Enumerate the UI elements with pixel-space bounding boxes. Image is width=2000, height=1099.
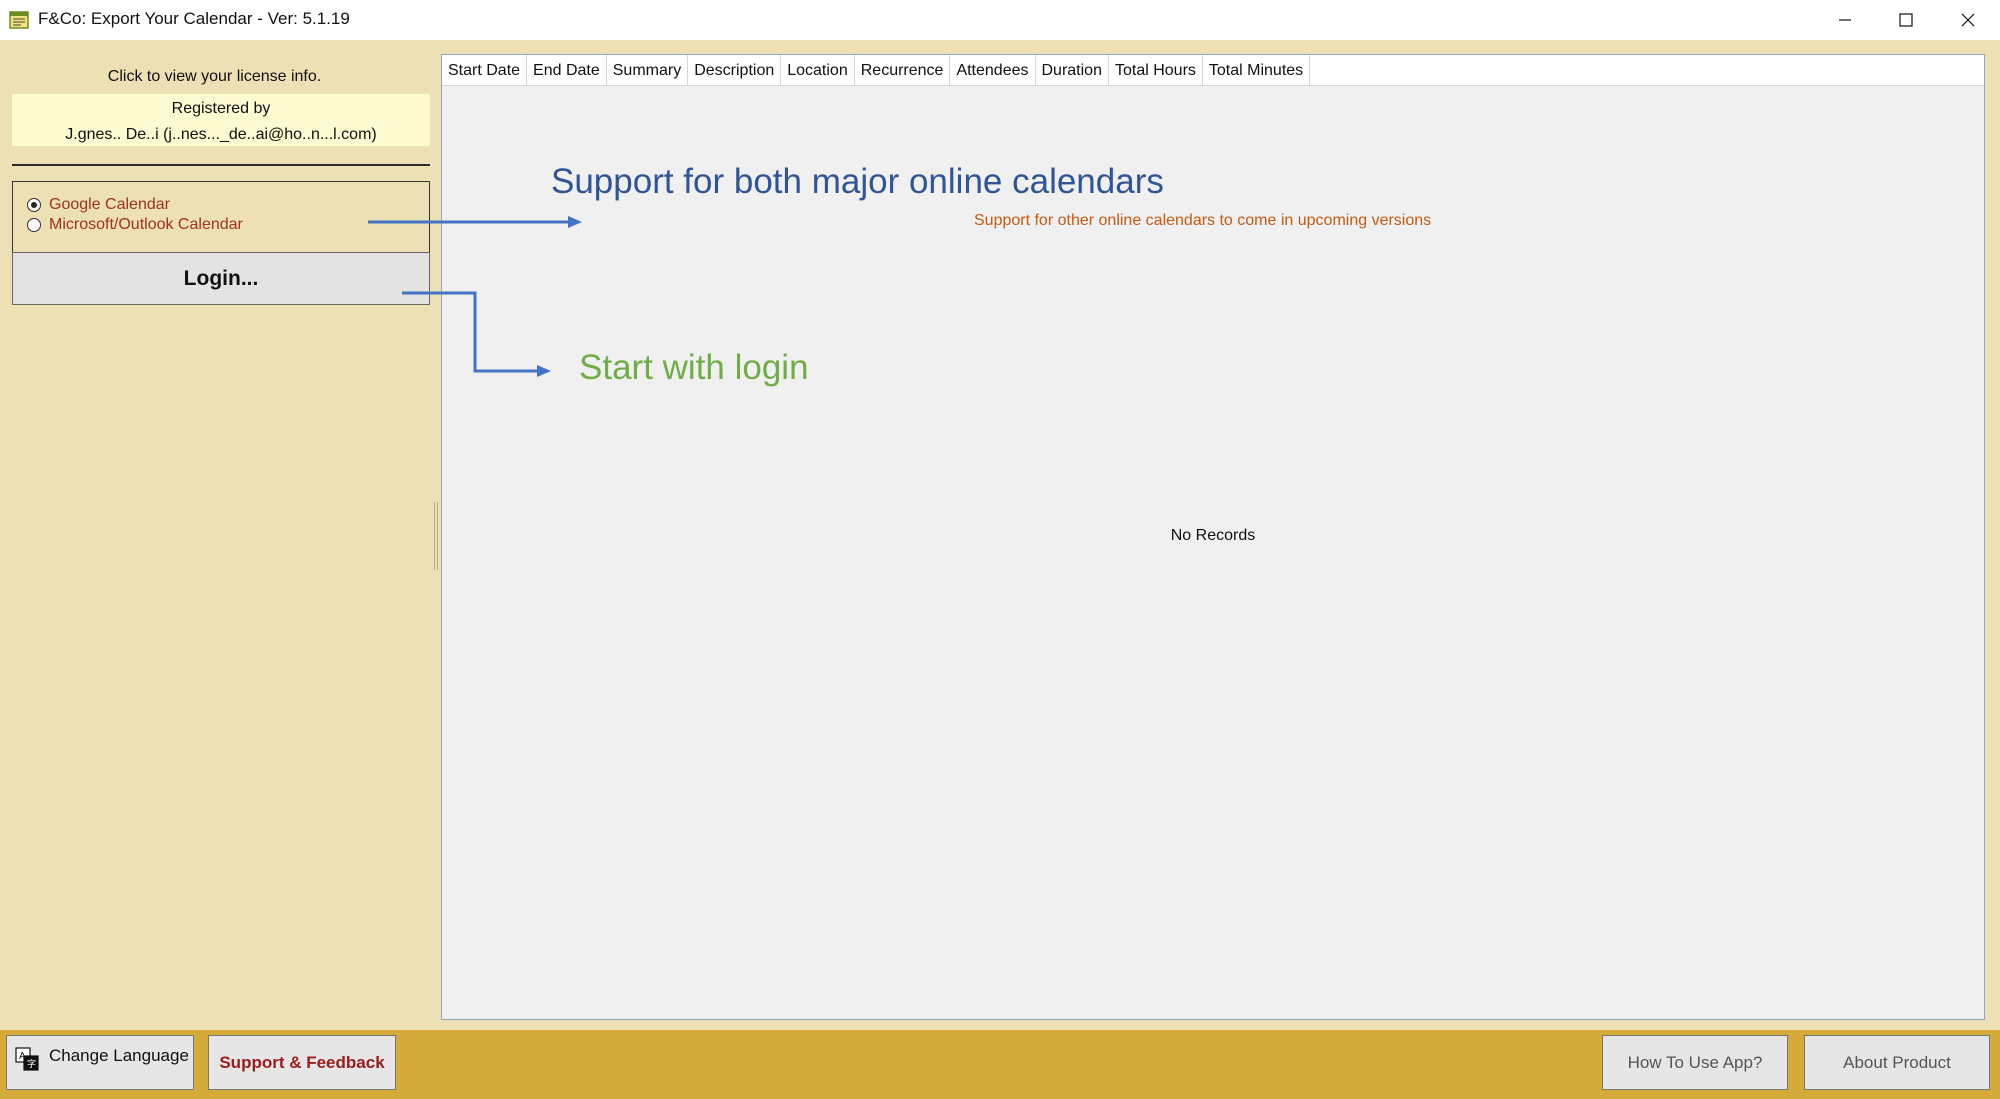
translate-icon: A 字 bbox=[15, 1047, 39, 1071]
google-calendar-option[interactable]: Google Calendar bbox=[27, 196, 170, 214]
column-header-summary[interactable]: Summary bbox=[607, 55, 689, 86]
minimize-button[interactable] bbox=[1815, 0, 1875, 40]
registration-box: Registered by J.gnes.. De..i (j..nes..._… bbox=[12, 94, 430, 146]
how-to-use-button[interactable]: How To Use App? bbox=[1602, 1035, 1788, 1090]
minimize-icon bbox=[1839, 19, 1851, 21]
column-header-start-date[interactable]: Start Date bbox=[442, 55, 528, 86]
annotation-login-hint: Start with login bbox=[579, 348, 809, 387]
login-button[interactable]: Login... bbox=[12, 252, 430, 305]
maximize-button[interactable] bbox=[1876, 0, 1936, 40]
close-icon bbox=[1961, 13, 1975, 27]
grid-header: Start Date End Date Summary Description … bbox=[442, 55, 1984, 86]
outlook-calendar-radio[interactable] bbox=[27, 218, 41, 232]
registered-name: J.gnes.. De..i (j..nes..._de..ai@ho..n..… bbox=[65, 126, 377, 143]
support-feedback-button[interactable]: Support & Feedback bbox=[208, 1035, 396, 1090]
calendar-app-icon bbox=[9, 11, 29, 29]
license-info-link[interactable]: Click to view your license info. bbox=[12, 68, 417, 86]
change-language-button[interactable]: A 字 Change Language bbox=[6, 1035, 194, 1090]
no-records-message: No Records bbox=[1170, 527, 1256, 544]
column-header-location[interactable]: Location bbox=[781, 55, 855, 86]
close-button[interactable] bbox=[1938, 0, 1998, 40]
column-header-end-date[interactable]: End Date bbox=[527, 55, 607, 86]
panel-splitter[interactable] bbox=[434, 502, 438, 570]
svg-text:字: 字 bbox=[27, 1058, 36, 1069]
app-client-area: Click to view your license info. Registe… bbox=[0, 40, 2000, 1099]
column-header-description[interactable]: Description bbox=[688, 55, 782, 86]
outlook-calendar-option[interactable]: Microsoft/Outlook Calendar bbox=[27, 216, 243, 234]
title-bar: F&Co: Export Your Calendar - Ver: 5.1.19 bbox=[0, 0, 2000, 40]
column-header-recurrence[interactable]: Recurrence bbox=[855, 55, 951, 86]
registered-by-label: Registered by bbox=[171, 100, 271, 117]
window-title: F&Co: Export Your Calendar - Ver: 5.1.19 bbox=[38, 9, 350, 28]
divider bbox=[12, 164, 430, 166]
column-header-attendees[interactable]: Attendees bbox=[950, 55, 1036, 86]
change-language-label: Change Language bbox=[49, 1046, 189, 1065]
google-calendar-label: Google Calendar bbox=[49, 196, 170, 213]
column-header-total-hours[interactable]: Total Hours bbox=[1109, 55, 1203, 86]
maximize-icon bbox=[1899, 13, 1913, 27]
column-header-total-minutes[interactable]: Total Minutes bbox=[1203, 55, 1311, 86]
annotation-subtitle: Support for other online calendars to co… bbox=[974, 212, 1432, 229]
outlook-calendar-label: Microsoft/Outlook Calendar bbox=[49, 216, 243, 233]
annotation-title: Support for both major online calendars bbox=[551, 162, 1164, 201]
column-header-duration[interactable]: Duration bbox=[1036, 55, 1109, 86]
left-panel: Click to view your license info. Registe… bbox=[0, 40, 437, 1030]
about-product-button[interactable]: About Product bbox=[1804, 1035, 1990, 1090]
google-calendar-radio[interactable] bbox=[27, 198, 41, 212]
